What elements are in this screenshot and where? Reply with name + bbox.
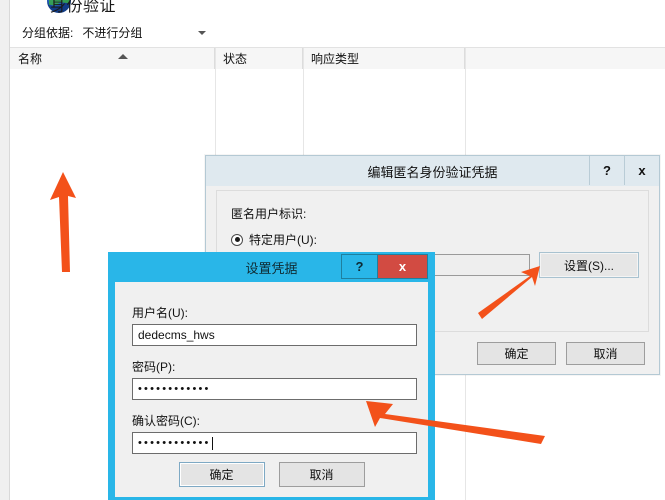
set-credentials-dialog: 设置凭据 ? x 用户名(U): dedecms_hws 密码(P): ••••… bbox=[108, 252, 435, 500]
column-header-status-label: 状态 bbox=[223, 52, 248, 66]
screenshot-root: 身份验证 分组依据: 不进行分组 名称 状态 响应类型 编辑匿名身份验证凭据 ?… bbox=[0, 0, 665, 500]
cred-dialog-ok-button[interactable]: 确定 bbox=[178, 461, 265, 487]
column-header-name-label: 名称 bbox=[18, 52, 43, 66]
group-by-select[interactable]: 不进行分组 bbox=[79, 23, 213, 42]
cred-dialog-title: 设置凭据 bbox=[245, 260, 298, 276]
help-icon[interactable]: ? bbox=[589, 156, 624, 185]
group-by-label: 分组依据: bbox=[22, 26, 74, 40]
column-header-status[interactable]: 状态 bbox=[215, 48, 303, 69]
close-icon[interactable]: x bbox=[624, 156, 659, 185]
specific-user-label: 特定用户(U): bbox=[249, 233, 317, 247]
specific-user-radio-row[interactable]: 特定用户(U): bbox=[231, 231, 317, 248]
edit-dialog-ok-button[interactable]: 确定 bbox=[477, 341, 556, 365]
password-masked-value: •••••••••••• bbox=[138, 382, 211, 395]
password-input[interactable]: •••••••••••• bbox=[132, 378, 417, 400]
column-header-response-type[interactable]: 响应类型 bbox=[303, 48, 465, 69]
column-header-name[interactable]: 名称 bbox=[10, 48, 215, 69]
setup-button[interactable]: 设置(S)... bbox=[539, 252, 639, 278]
edit-dialog-titlebar: 编辑匿名身份验证凭据 ? x bbox=[206, 156, 659, 186]
group-by-value: 不进行分组 bbox=[82, 26, 143, 40]
page-title: 身份验证 bbox=[50, 0, 117, 15]
cred-dialog-cancel-button[interactable]: 取消 bbox=[278, 461, 365, 487]
confirm-password-label: 确认密码(C): bbox=[132, 414, 200, 428]
password-label: 密码(P): bbox=[132, 360, 176, 374]
edit-dialog-cancel-button[interactable]: 取消 bbox=[566, 341, 645, 365]
chevron-down-icon bbox=[198, 30, 207, 35]
list-header: 名称 状态 响应类型 bbox=[10, 48, 665, 70]
edit-dialog-titlebar-buttons: ? x bbox=[589, 156, 659, 186]
confirm-password-masked-value: •••••••••••• bbox=[138, 436, 211, 449]
page-title-bar: 身份验证 bbox=[10, 0, 116, 18]
toolbar-strip: 分组依据: 不进行分组 bbox=[10, 18, 665, 47]
left-rail bbox=[0, 0, 10, 500]
column-header-filler bbox=[465, 48, 665, 69]
radio-specific-user[interactable] bbox=[231, 233, 243, 246]
sort-ascending-icon bbox=[118, 54, 128, 59]
username-label: 用户名(U): bbox=[132, 306, 188, 320]
cred-dialog-titlebar: 设置凭据 ? x bbox=[115, 252, 428, 282]
close-icon[interactable]: x bbox=[378, 255, 427, 278]
edit-dialog-title: 编辑匿名身份验证凭据 bbox=[367, 164, 498, 180]
username-input[interactable]: dedecms_hws bbox=[132, 324, 417, 346]
anonymous-identity-label: 匿名用户标识: bbox=[231, 207, 307, 221]
cred-dialog-titlebar-buttons: ? x bbox=[341, 254, 428, 279]
help-icon[interactable]: ? bbox=[342, 255, 378, 278]
cred-dialog-body: 用户名(U): dedecms_hws 密码(P): •••••••••••• … bbox=[115, 282, 428, 497]
text-cursor bbox=[211, 436, 213, 450]
column-header-response-type-label: 响应类型 bbox=[311, 52, 360, 66]
cred-dialog-footer: 确定 取消 bbox=[115, 451, 428, 497]
